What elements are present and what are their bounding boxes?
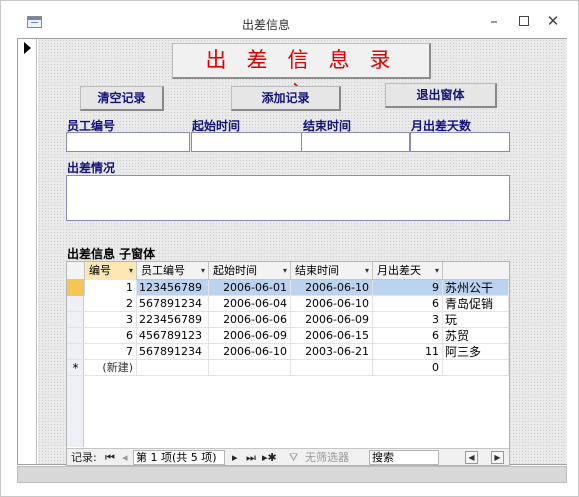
table-row[interactable]: 2 567891234 2006-06-04 2006-06-10 6 青岛促销 — [67, 296, 509, 312]
cell-note[interactable] — [443, 360, 509, 376]
cell-start[interactable]: 2006-06-06 — [209, 312, 291, 328]
chevron-down-icon[interactable]: ▾ — [283, 262, 287, 280]
new-record-icon[interactable]: ▸✱ — [262, 449, 277, 466]
column-header-employee-id[interactable]: 员工编号 ▾ — [137, 262, 209, 280]
cell-start[interactable] — [209, 360, 291, 376]
cell-id[interactable]: 2 — [85, 296, 137, 312]
scroll-right-icon[interactable]: ▶ — [491, 451, 504, 464]
cell-id[interactable]: 1 — [85, 280, 137, 296]
new-record-label[interactable]: (新建) — [85, 360, 137, 376]
cell-days[interactable]: 9 — [373, 280, 443, 296]
column-header-end[interactable]: 结束时间 ▾ — [291, 262, 373, 280]
cell-end[interactable]: 2006-06-10 — [291, 296, 373, 312]
form-body: 出差信息录入 清空记录 添加记录 退出窗体 员工编号 起始时间 结束时间 月出差… — [17, 38, 567, 466]
cell-start[interactable]: 2006-06-09 — [209, 328, 291, 344]
subform-datasheet: 编号 ▾ 员工编号 ▾ 起始时间 ▾ 结束时间 ▾ 月出差天 ▾ 1 123456789 … — [66, 261, 510, 466]
row-selector[interactable] — [67, 344, 84, 360]
table-row[interactable]: 1 123456789 2006-06-01 2006-06-10 9 苏州公干 — [67, 280, 509, 296]
minimize-icon[interactable]: – — [483, 10, 505, 32]
cell-start[interactable]: 2006-06-01 — [209, 280, 291, 296]
add-record-button[interactable]: 添加记录 — [231, 86, 341, 111]
title-bar: 出差信息 – ✕ — [1, 1, 578, 35]
datasheet-header: 编号 ▾ 员工编号 ▾ 起始时间 ▾ 结束时间 ▾ 月出差天 ▾ — [67, 262, 509, 280]
employee-id-field[interactable] — [66, 132, 190, 152]
cell-employee-id[interactable]: 456789123 — [137, 328, 209, 344]
cell-employee-id[interactable] — [137, 360, 209, 376]
record-selector[interactable] — [18, 39, 37, 464]
cell-note[interactable]: 苏贸 — [443, 328, 509, 344]
next-record-icon[interactable]: ▸ — [232, 449, 238, 466]
select-all-corner[interactable] — [67, 262, 85, 280]
last-record-icon[interactable]: ⏭ — [246, 449, 256, 466]
form-status-bar — [17, 466, 567, 483]
cell-start[interactable]: 2006-06-04 — [209, 296, 291, 312]
form-detail-section: 出差信息录入 清空记录 添加记录 退出窗体 员工编号 起始时间 结束时间 月出差… — [38, 39, 567, 466]
cell-days[interactable]: 0 — [373, 360, 443, 376]
chevron-down-icon[interactable]: ▾ — [435, 262, 439, 280]
cell-start[interactable]: 2006-06-10 — [209, 344, 291, 360]
clear-records-button[interactable]: 清空记录 — [80, 86, 164, 111]
cell-days[interactable]: 6 — [373, 328, 443, 344]
new-record-marker: * — [72, 361, 79, 375]
record-label: 记录: — [71, 451, 97, 464]
close-icon[interactable]: ✕ — [542, 10, 564, 32]
new-record-row[interactable]: * (新建) 0 — [67, 360, 509, 376]
table-row[interactable]: 6 456789123 2006-06-09 2006-06-15 6 苏贸 — [67, 328, 509, 344]
subform-label: 出差信息 子窗体 — [67, 247, 156, 261]
current-record-arrow-icon — [24, 42, 31, 54]
days-field[interactable] — [410, 132, 510, 152]
maximize-icon[interactable] — [513, 10, 535, 32]
cell-days[interactable]: 3 — [373, 312, 443, 328]
window-title: 出差信息 — [241, 18, 290, 32]
access-form-window: 出差信息 – ✕ 出差信息录入 清空记录 添加记录 退出窗体 员工编号 起始时间… — [0, 0, 579, 497]
cell-note[interactable]: 阿三多 — [443, 344, 509, 360]
cell-days[interactable]: 6 — [373, 296, 443, 312]
exit-form-button[interactable]: 退出窗体 — [385, 83, 497, 108]
cell-end[interactable]: 2006-06-15 — [291, 328, 373, 344]
row-selector[interactable] — [67, 280, 84, 296]
cell-note[interactable]: 玩 — [443, 312, 509, 328]
column-header-id[interactable]: 编号 ▾ — [85, 262, 137, 280]
cell-end[interactable]: 2006-06-10 — [291, 280, 373, 296]
row-selector[interactable] — [67, 312, 84, 328]
search-input[interactable]: 搜索 — [369, 450, 439, 465]
chevron-down-icon[interactable]: ▾ — [129, 262, 133, 280]
situation-field[interactable] — [66, 175, 510, 221]
table-row[interactable]: 3 223456789 2006-06-06 2006-06-09 3 玩 — [67, 312, 509, 328]
cell-employee-id[interactable]: 123456789 — [137, 280, 209, 296]
cell-employee-id[interactable]: 223456789 — [137, 312, 209, 328]
cell-end[interactable]: 2003-06-21 — [291, 344, 373, 360]
previous-record-icon[interactable]: ◂ — [122, 449, 128, 466]
cell-end[interactable] — [291, 360, 373, 376]
cell-note[interactable]: 苏州公干 — [443, 280, 509, 296]
scroll-left-icon[interactable]: ◀ — [465, 451, 478, 464]
cell-employee-id[interactable]: 567891234 — [137, 344, 209, 360]
situation-label: 出差情况 — [67, 161, 116, 175]
row-selector[interactable] — [67, 296, 84, 312]
row-selector[interactable] — [67, 328, 84, 344]
table-row[interactable]: 7 567891234 2006-06-10 2003-06-21 11 阿三多 — [67, 344, 509, 360]
cell-id[interactable]: 7 — [85, 344, 137, 360]
chevron-down-icon[interactable]: ▾ — [365, 262, 369, 280]
current-record-field[interactable]: 第 1 项(共 5 项) — [133, 450, 225, 465]
record-navigation-bar: 记录: ⏮ ◂ 第 1 项(共 5 项) ▸ ⏭ ▸✱ ⛛ 无筛选器 搜索 ◀ … — [67, 448, 509, 465]
column-header-days[interactable]: 月出差天 ▾ — [373, 262, 443, 280]
cell-id[interactable]: 6 — [85, 328, 137, 344]
cell-note[interactable]: 青岛促销 — [443, 296, 509, 312]
cell-employee-id[interactable]: 567891234 — [137, 296, 209, 312]
start-time-field[interactable] — [191, 132, 302, 152]
first-record-icon[interactable]: ⏮ — [105, 449, 115, 466]
filter-icon: ⛛ — [289, 451, 299, 464]
column-header-start[interactable]: 起始时间 ▾ — [209, 262, 291, 280]
cell-days[interactable]: 11 — [373, 344, 443, 360]
chevron-down-icon[interactable]: ▾ — [201, 262, 205, 280]
form-banner-title: 出差信息录入 — [172, 43, 431, 105]
end-time-field[interactable] — [301, 132, 410, 152]
filter-label[interactable]: 无筛选器 — [305, 449, 349, 466]
cell-id[interactable]: 3 — [85, 312, 137, 328]
cell-end[interactable]: 2006-06-09 — [291, 312, 373, 328]
